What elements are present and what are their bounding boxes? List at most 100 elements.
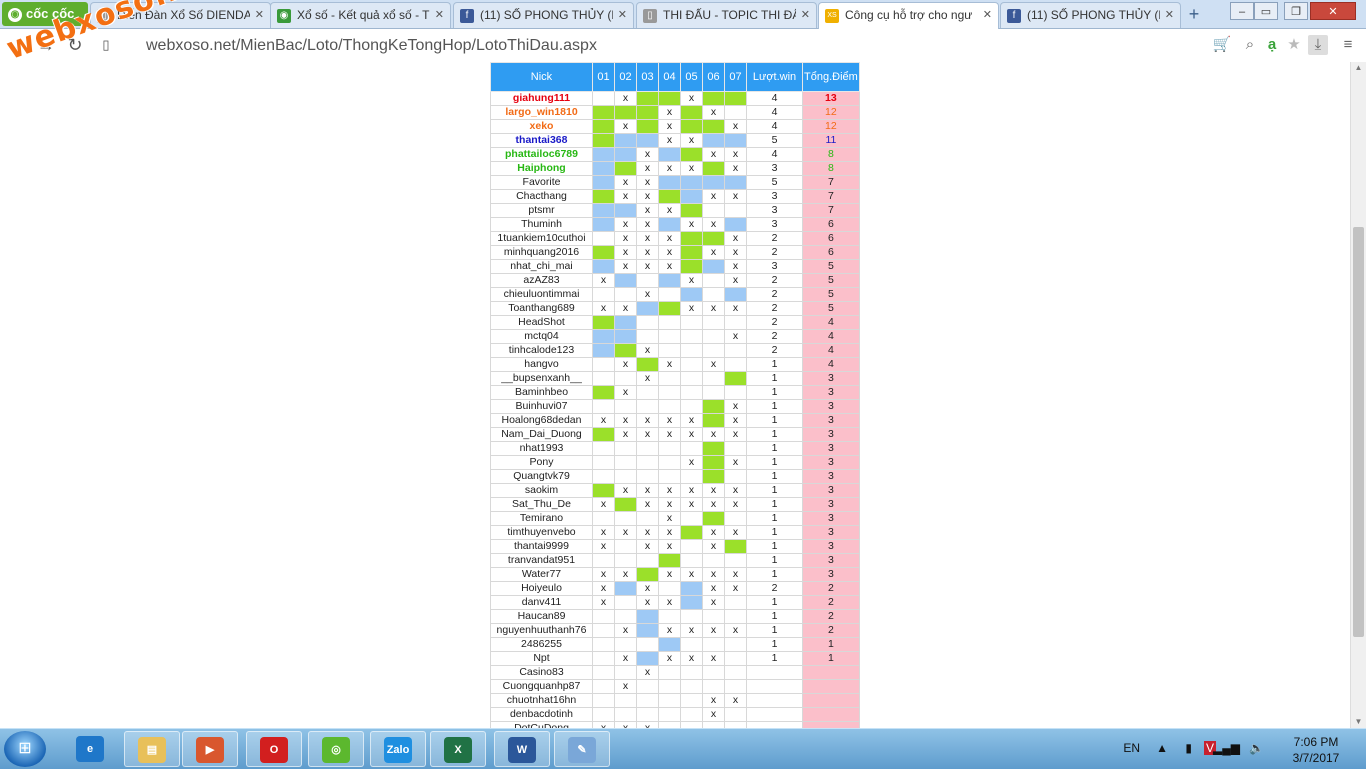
browser-tab[interactable]: f (11) SỐ PHONG THỦY (N ✕ — [1000, 2, 1181, 28]
day-cell: x — [658, 595, 681, 610]
day-cell — [614, 707, 637, 722]
day-cell — [724, 609, 747, 624]
browser-tab[interactable]: XS Công cụ hỗ trợ cho ngư ✕ — [818, 2, 999, 29]
nick-cell: xeko — [490, 119, 593, 134]
media-player-taskbar-icon[interactable]: ▶ — [182, 731, 238, 767]
table-row: nhat_chi_mai x x x x 3 5 — [490, 259, 860, 274]
day-cell — [724, 553, 747, 568]
day-cell — [702, 119, 725, 134]
day-cell: x — [592, 301, 615, 316]
day-cell: x — [724, 483, 747, 498]
volume-icon[interactable]: 🔈 — [1249, 741, 1264, 755]
day-cell — [724, 105, 747, 120]
points-cell: 4 — [802, 329, 860, 344]
day-cell — [702, 637, 725, 652]
browser-tab[interactable]: f (11) SỐ PHONG THỦY (N ✕ — [453, 2, 634, 28]
close-tab-icon[interactable]: ✕ — [1165, 8, 1174, 21]
new-tab-button[interactable]: + — [1183, 4, 1205, 24]
nick-cell: Cuongquanhp87 — [490, 679, 593, 694]
language-indicator[interactable]: EN — [1123, 741, 1140, 755]
close-tab-icon[interactable]: ✕ — [983, 8, 992, 21]
url-bar[interactable]: webxoso.net/MienBac/Loto/ThongKeTongHop/… — [146, 37, 597, 55]
menu-icon[interactable]: ≡ — [1338, 35, 1358, 55]
close-tab-icon[interactable]: ✕ — [435, 8, 444, 21]
scroll-down-arrow-icon[interactable]: ▼ — [1351, 716, 1366, 728]
word-icon: W — [508, 737, 536, 764]
table-row: Buinhuvi07 x 1 3 — [490, 399, 860, 414]
vertical-scrollbar[interactable]: ▲ ▼ — [1350, 62, 1366, 728]
day-cell — [592, 623, 615, 638]
paint-taskbar-icon[interactable]: ✎ — [554, 731, 610, 767]
maximize-button[interactable]: ❐ — [1284, 2, 1308, 20]
opera-taskbar-icon[interactable]: O — [246, 731, 302, 767]
day-cell: x — [702, 357, 725, 372]
day-cell: x — [614, 175, 637, 190]
day-cell — [614, 637, 637, 652]
minimize-button[interactable]: – — [1230, 2, 1254, 20]
download-icon[interactable]: ⤓ — [1308, 35, 1328, 55]
day-cell — [702, 231, 725, 246]
points-cell: 12 — [802, 105, 860, 120]
day-cell — [614, 469, 637, 484]
word-taskbar-icon[interactable]: W — [494, 731, 550, 767]
day-cell — [680, 609, 703, 624]
battery-icon[interactable]: ▮ — [1185, 741, 1192, 755]
day-cell — [592, 665, 615, 680]
network-icon[interactable]: ▂▄▆ — [1213, 741, 1240, 755]
browser-tab[interactable]: ▯ THI ĐẤU - TOPIC THI ĐẤ ✕ — [636, 2, 817, 28]
coccoc-taskbar-icon[interactable]: ◎ — [308, 731, 364, 767]
wins-cell: 2 — [746, 273, 803, 288]
day-cell — [702, 679, 725, 694]
day-cell: x — [680, 217, 703, 232]
day-cell — [680, 329, 703, 344]
internet-explorer-taskbar-icon[interactable]: e — [62, 731, 118, 767]
clock[interactable]: 7:06 PM 3/7/2017 — [1276, 734, 1356, 766]
column-header: 02 — [614, 62, 637, 92]
points-cell: 3 — [802, 441, 860, 456]
table-row: Sat_Thu_De x x x x x x 1 3 — [490, 497, 860, 512]
zalo-taskbar-icon[interactable]: Zalo — [370, 731, 426, 767]
day-cell — [636, 693, 659, 708]
day-cell — [658, 665, 681, 680]
close-tab-icon[interactable]: ✕ — [618, 8, 627, 21]
restore-button[interactable]: ▭ — [1254, 2, 1278, 20]
internet-explorer-icon: e — [76, 736, 104, 763]
day-cell: x — [636, 581, 659, 596]
scrollbar-thumb[interactable] — [1353, 227, 1364, 637]
close-window-button[interactable]: ✕ — [1310, 2, 1356, 20]
shopping-cart-icon[interactable]: 🛒 — [1212, 35, 1232, 55]
points-cell — [802, 679, 860, 694]
file-explorer-taskbar-icon[interactable]: ▤ — [124, 731, 180, 767]
day-cell — [592, 231, 615, 246]
table-row: Quangtvk79 1 3 — [490, 469, 860, 484]
wins-cell: 4 — [746, 119, 803, 134]
day-cell: x — [702, 105, 725, 120]
day-cell — [636, 91, 659, 106]
points-cell: 3 — [802, 371, 860, 386]
close-tab-icon[interactable]: ✕ — [255, 8, 264, 21]
day-cell — [658, 707, 681, 722]
nick-cell: Toanthang689 — [490, 301, 593, 316]
day-cell: x — [658, 119, 681, 134]
dictionary-icon[interactable]: ạ — [1262, 35, 1282, 55]
day-cell — [636, 119, 659, 134]
search-icon[interactable]: ⌕ — [1240, 35, 1260, 55]
day-cell — [680, 553, 703, 568]
table-row: Hoalong68dedan x x x x x x 1 3 — [490, 413, 860, 428]
day-cell — [724, 287, 747, 302]
page-icon: ▯ — [643, 9, 657, 23]
bookmark-star-icon[interactable]: ★ — [1284, 35, 1304, 55]
table-row: chieuluontimmai x 2 5 — [490, 287, 860, 302]
day-cell — [658, 287, 681, 302]
day-cell — [658, 329, 681, 344]
tray-arrow-icon[interactable]: ▲ — [1156, 741, 1168, 755]
browser-tab[interactable]: ◉ Xổ số - Kết quả xổ số - T ✕ — [270, 2, 451, 28]
day-cell — [680, 147, 703, 162]
start-button[interactable]: ⊞ — [4, 731, 46, 767]
table-row: Water77 x x x x x x 1 3 — [490, 567, 860, 582]
excel-taskbar-icon[interactable]: X — [430, 731, 486, 767]
day-cell — [614, 105, 637, 120]
day-cell — [614, 399, 637, 414]
scroll-up-arrow-icon[interactable]: ▲ — [1351, 62, 1366, 74]
close-tab-icon[interactable]: ✕ — [801, 8, 810, 21]
